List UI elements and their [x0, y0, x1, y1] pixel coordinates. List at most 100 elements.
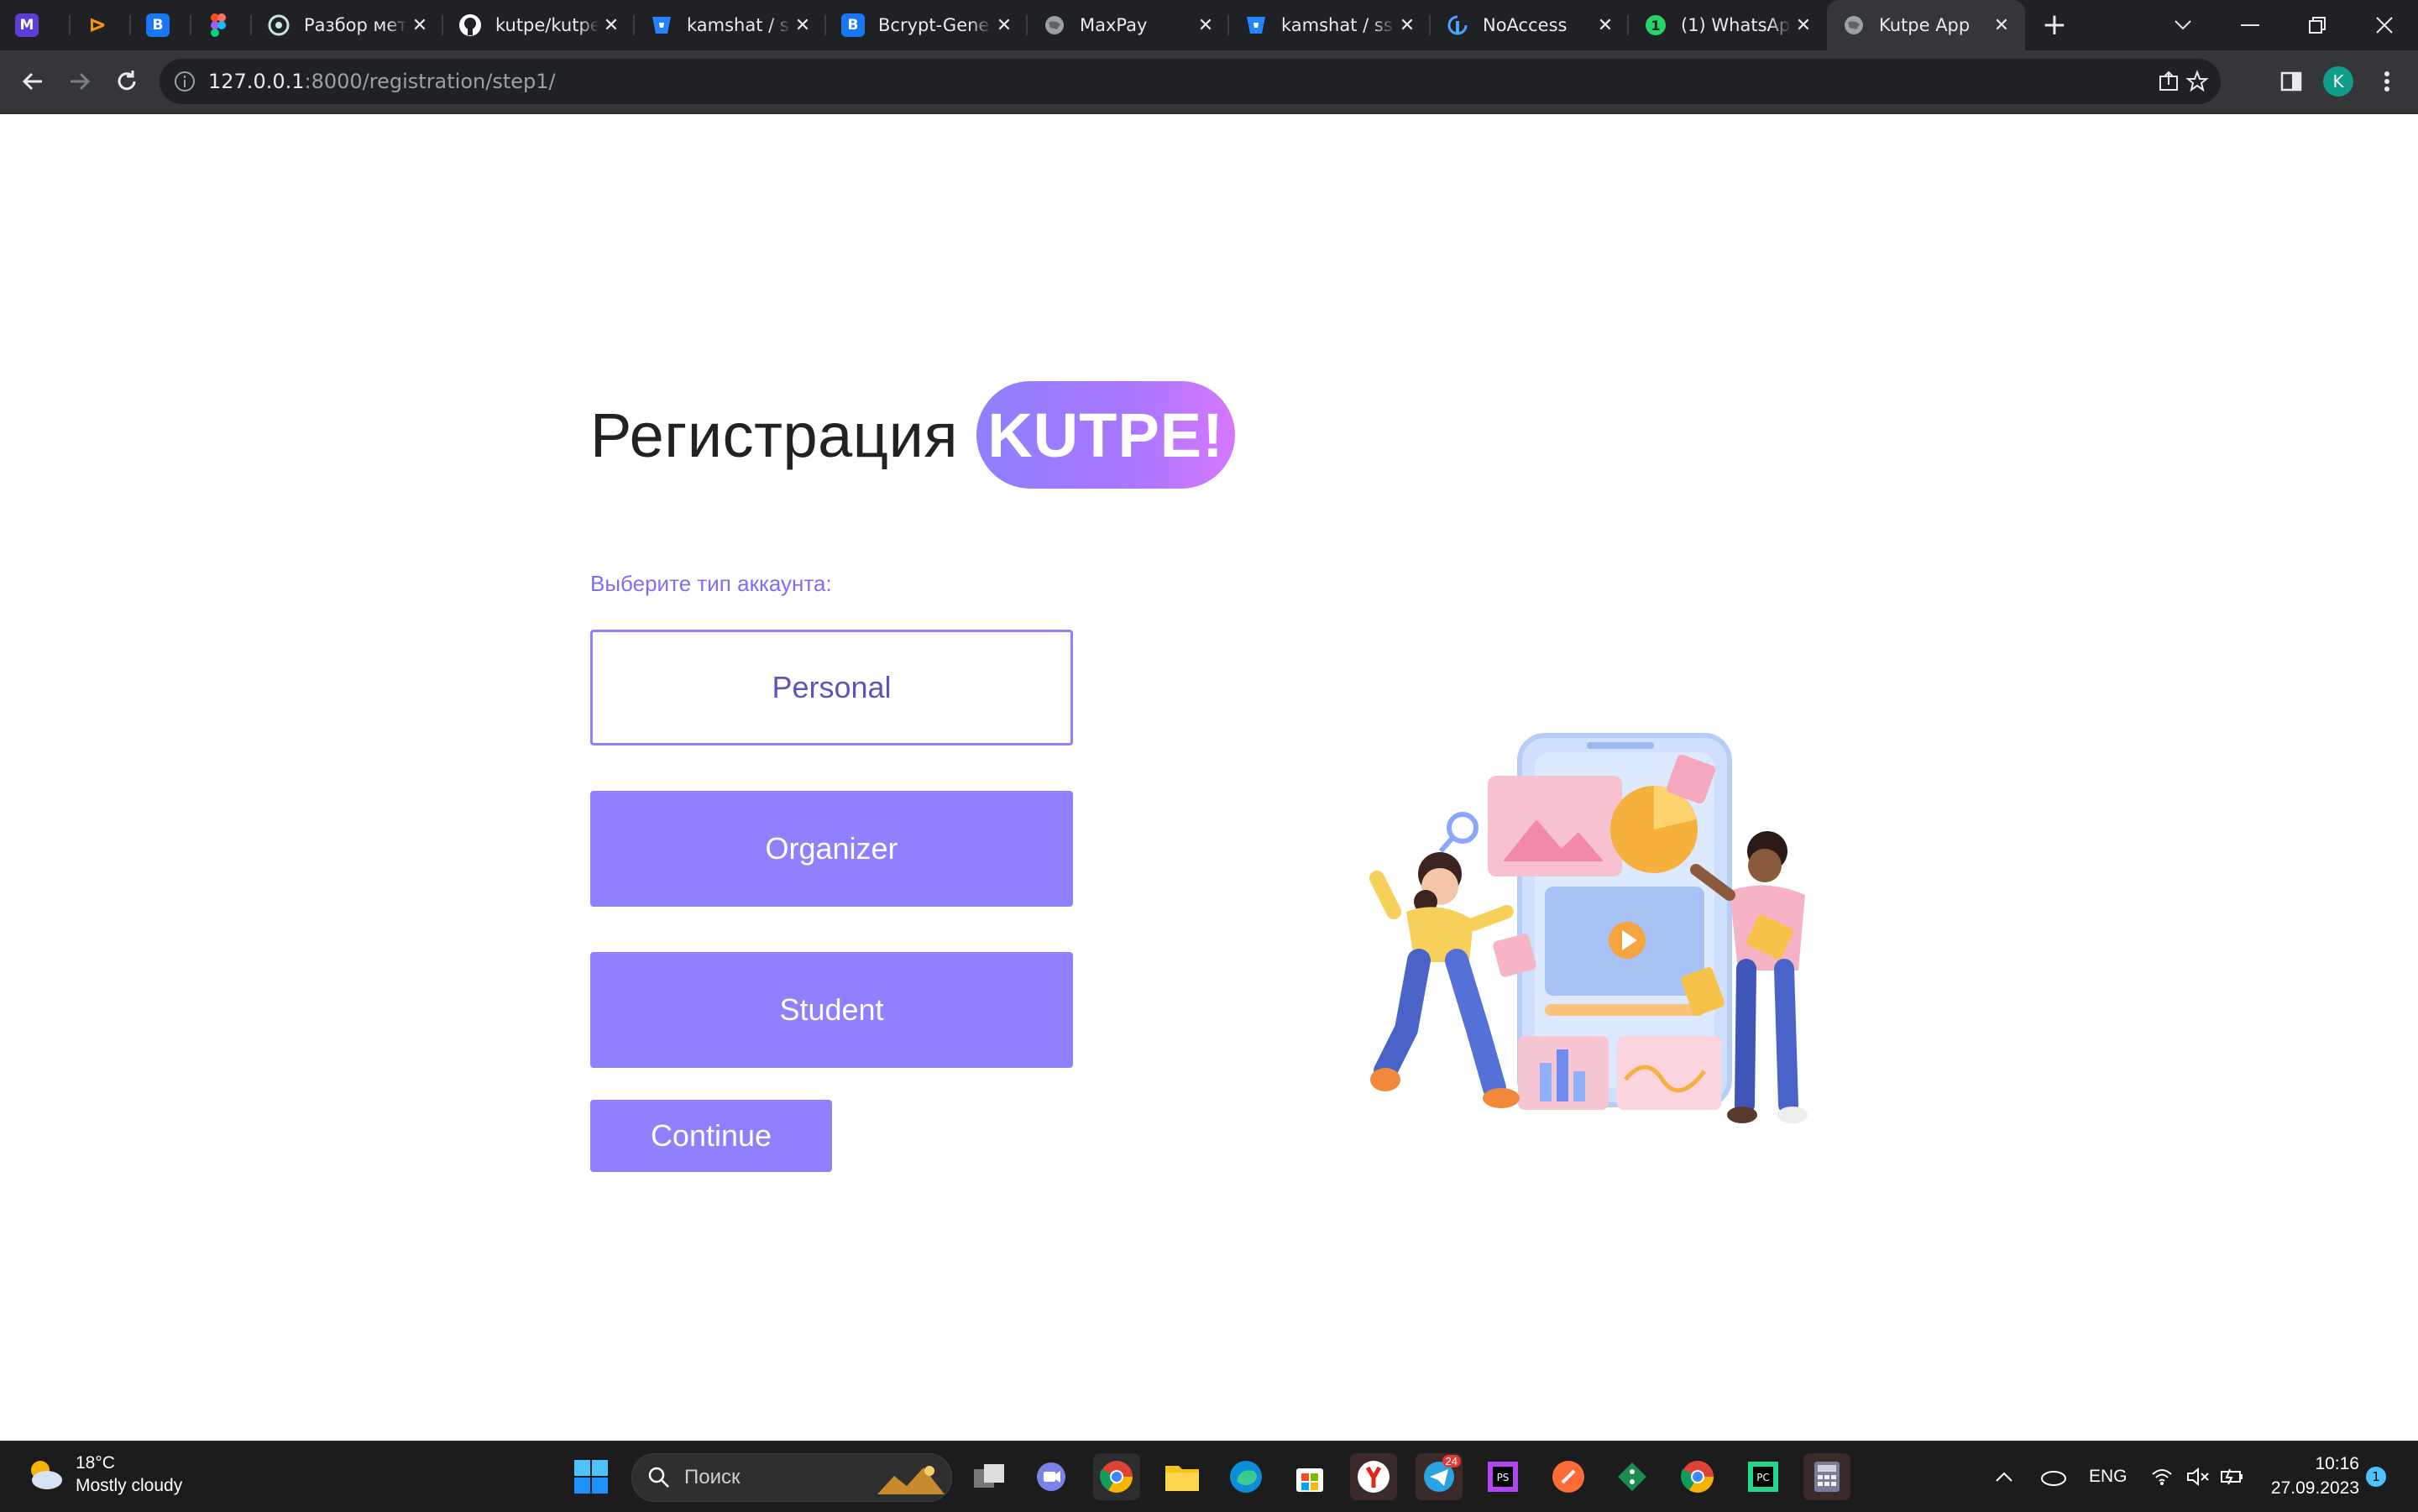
browser-toolbar: 127.0.0.1:8000/registration/step1/ K: [0, 50, 2418, 114]
onedrive-cloud-icon[interactable]: [2039, 1441, 2067, 1512]
forward-arrow-icon[interactable]: [59, 60, 101, 102]
telegram-badge: 24: [1442, 1455, 1461, 1468]
noaccess-icon: [1446, 13, 1469, 37]
time-text: 10:16: [2315, 1454, 2359, 1473]
close-window-icon[interactable]: [2351, 0, 2418, 50]
svg-text:PC: PC: [1756, 1472, 1770, 1483]
close-tab-icon[interactable]: ✕: [599, 15, 623, 36]
language-indicator[interactable]: ENG: [2089, 1441, 2128, 1512]
browser-tab-strip: M ⊳ B Разбор мето ✕ kutpe/kutpe ✕ kamsha…: [0, 0, 2418, 50]
start-button-windows-icon[interactable]: [568, 1453, 615, 1500]
search-highlight-icon: [877, 1466, 945, 1494]
page-header: Регистрация KUTPE!: [590, 381, 1236, 489]
close-tab-icon[interactable]: ✕: [408, 15, 432, 36]
calculator-icon[interactable]: [1803, 1453, 1850, 1500]
battery-charging-icon[interactable]: [2220, 1441, 2245, 1512]
reload-icon[interactable]: [106, 60, 148, 102]
kebab-menu-icon[interactable]: [2366, 60, 2408, 102]
svg-text:1: 1: [1651, 18, 1660, 34]
chrome-taskbar-icon[interactable]: [1093, 1453, 1140, 1500]
close-tab-icon[interactable]: ✕: [1395, 15, 1419, 36]
tab-title: Разбор мето: [304, 15, 408, 35]
notification-count-badge[interactable]: 1: [2366, 1467, 2386, 1487]
brand-badge: KUTPE!: [976, 381, 1236, 489]
arrow-icon: ⊳: [88, 13, 107, 38]
tab-arrow[interactable]: ⊳: [71, 0, 131, 50]
postman-icon[interactable]: [1545, 1453, 1592, 1500]
git-icon[interactable]: [1609, 1453, 1656, 1500]
pycharm-icon[interactable]: PC: [1740, 1453, 1787, 1500]
tab-b[interactable]: B: [131, 0, 191, 50]
search-placeholder: Поиск: [684, 1466, 741, 1488]
b-icon: B: [146, 13, 170, 37]
restore-icon[interactable]: [2284, 0, 2351, 50]
tab-kutpe-app[interactable]: Kutpe App ✕: [1827, 0, 2025, 50]
bookmark-star-icon[interactable]: [2176, 60, 2218, 102]
chatgpt-icon: [267, 13, 290, 37]
tab-mail[interactable]: M: [0, 0, 71, 50]
wifi-icon[interactable]: [2151, 1441, 2173, 1512]
tab-title: Bcrypt-Gene: [878, 15, 990, 35]
globe-icon: [1842, 13, 1866, 37]
close-tab-icon[interactable]: ✕: [1792, 15, 1815, 36]
tab-github[interactable]: kutpe/kutpe ✕: [443, 0, 635, 50]
chrome-profile-icon[interactable]: [1674, 1453, 1721, 1500]
figma-icon: [207, 13, 230, 37]
back-arrow-icon[interactable]: [12, 60, 54, 102]
side-panel-icon[interactable]: [2270, 60, 2312, 102]
system-clock[interactable]: 10:16 27.09.2023: [2267, 1452, 2359, 1500]
tab-bcrypt[interactable]: B Bcrypt-Gene ✕: [826, 0, 1028, 50]
close-tab-icon[interactable]: ✕: [992, 15, 1016, 36]
student-option-button[interactable]: Student: [590, 952, 1073, 1068]
muted-speaker-icon[interactable]: [2186, 1441, 2210, 1512]
organizer-option-button[interactable]: Organizer: [590, 791, 1073, 907]
edge-icon[interactable]: [1222, 1453, 1269, 1500]
file-explorer-icon[interactable]: [1159, 1453, 1206, 1500]
m-icon: M: [15, 13, 39, 37]
phpstorm-icon[interactable]: PS: [1479, 1453, 1526, 1500]
profile-avatar[interactable]: K: [2317, 60, 2359, 102]
tab-maxpay[interactable]: MaxPay ✕: [1028, 0, 1229, 50]
b-icon: B: [841, 13, 865, 37]
teams-chat-icon[interactable]: [1028, 1453, 1075, 1500]
tab-bitbucket-2[interactable]: kamshat / ss ✕: [1229, 0, 1431, 50]
ms-store-icon[interactable]: [1286, 1453, 1333, 1500]
svg-text:PS: PS: [1497, 1472, 1510, 1483]
url-host: 127.0.0.1: [208, 70, 305, 93]
close-tab-icon[interactable]: ✕: [1594, 15, 1617, 36]
task-view-icon[interactable]: [966, 1453, 1013, 1500]
windows-taskbar: 18°C Mostly cloudy Поиск 24 PS PC ENG 10…: [0, 1441, 2418, 1512]
url-text: 127.0.0.1:8000/registration/step1/: [208, 59, 556, 104]
tab-figma[interactable]: [191, 0, 252, 50]
tab-title: kutpe/kutpe: [495, 15, 599, 35]
weather-text: Mostly cloudy: [76, 1476, 183, 1495]
yandex-browser-icon[interactable]: [1350, 1453, 1397, 1500]
tab-whatsapp[interactable]: 1 (1) WhatsAp ✕: [1629, 0, 1827, 50]
tab-search-chevron-icon[interactable]: [2149, 0, 2216, 50]
new-tab-plus-icon[interactable]: +: [2036, 7, 2073, 44]
weather-widget[interactable]: 18°C Mostly cloudy: [24, 1452, 182, 1497]
tab-title: kamshat / ss: [687, 15, 791, 35]
registration-page: Регистрация KUTPE! Выберите тип аккаунта…: [0, 114, 2418, 1441]
tab-bitbucket-1[interactable]: kamshat / ss ✕: [635, 0, 826, 50]
continue-button[interactable]: Continue: [590, 1100, 832, 1172]
address-bar[interactable]: 127.0.0.1:8000/registration/step1/: [160, 59, 2221, 104]
tab-title: (1) WhatsAp: [1681, 15, 1791, 35]
date-text: 27.09.2023: [2270, 1478, 2359, 1498]
tab-title: MaxPay: [1080, 15, 1148, 35]
show-hidden-icons-chevron-icon[interactable]: [1995, 1441, 2013, 1512]
telegram-icon[interactable]: 24: [1416, 1453, 1463, 1500]
tab-noaccess[interactable]: NoAccess ✕: [1431, 0, 1629, 50]
personal-option-button[interactable]: Personal: [590, 630, 1073, 746]
minimize-icon[interactable]: [2216, 0, 2284, 50]
site-info-icon[interactable]: [173, 70, 196, 93]
tab-title: NoAccess: [1483, 15, 1568, 35]
search-icon: [648, 1467, 669, 1488]
tab-chatgpt[interactable]: Разбор мето ✕: [252, 0, 443, 50]
close-tab-icon[interactable]: ✕: [1990, 15, 2013, 36]
tab-title: Kutpe App: [1879, 15, 1971, 35]
close-tab-icon[interactable]: ✕: [791, 15, 814, 36]
taskbar-search-input[interactable]: Поиск: [631, 1453, 952, 1502]
close-tab-icon[interactable]: ✕: [1194, 15, 1217, 36]
temperature-text: 18°C: [76, 1453, 115, 1473]
